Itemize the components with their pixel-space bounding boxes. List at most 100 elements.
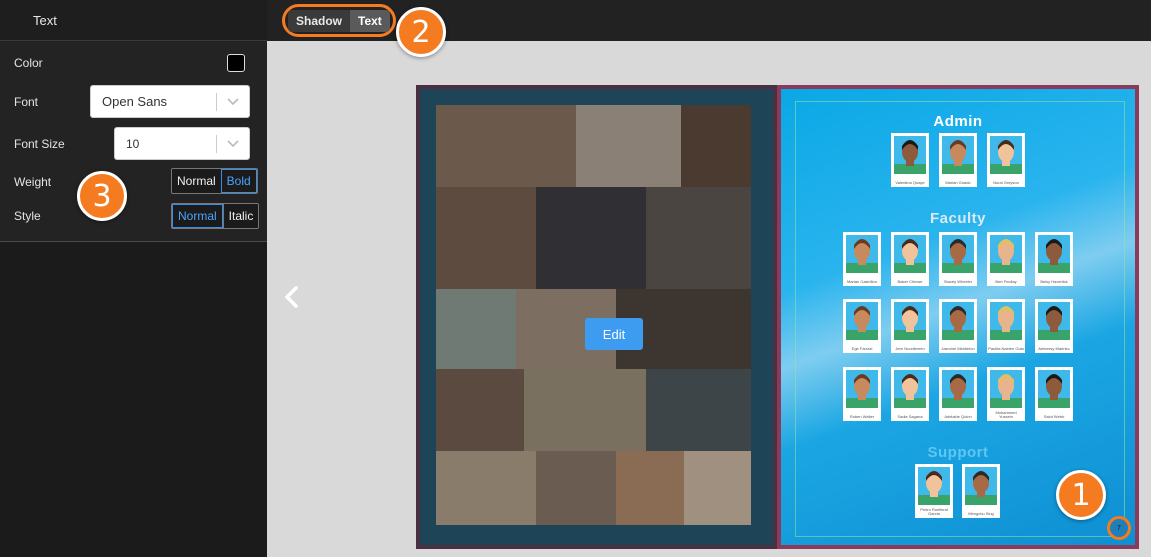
portrait-card[interactable]: Saint Webb (1035, 367, 1073, 421)
weight-bold-option[interactable]: Bold (220, 169, 257, 193)
avatar (1038, 302, 1070, 340)
section-title-faculty[interactable]: Faculty (781, 210, 1135, 227)
font-label: Font (14, 95, 39, 109)
weight-label: Weight (14, 175, 52, 189)
style-normal-option[interactable]: Normal (172, 204, 223, 228)
weight-normal-option[interactable]: Normal (172, 169, 221, 193)
avatar (990, 302, 1022, 340)
portrait-card[interactable]: Paulita Naiden Gola (987, 299, 1025, 353)
avatar (942, 370, 974, 408)
portrait-name: Ege Farrazi (851, 346, 873, 351)
collage-photo (436, 369, 524, 451)
portrait-name: Valentina Quaye (895, 180, 925, 185)
portrait-card[interactable]: Nurai Greyson (987, 133, 1025, 187)
collage-photo (436, 451, 536, 525)
portrait-card[interactable]: Valentina Quaye (891, 133, 929, 187)
avatar (942, 235, 974, 273)
portrait-name: Bert Findlay (995, 279, 1017, 284)
avatar (846, 235, 878, 273)
avatar (918, 467, 950, 505)
font-select[interactable]: Open Sans (90, 85, 250, 118)
avatar (990, 235, 1022, 273)
avatar (894, 302, 926, 340)
collage-photo (576, 105, 681, 187)
page-number[interactable]: 7 (1107, 516, 1131, 540)
font-select-value: Open Sans (102, 94, 168, 109)
avatar (1038, 235, 1070, 273)
shadow-text-tabs: Shadow Text (282, 4, 396, 37)
callout-badge-3: 3 (77, 171, 127, 221)
font-size-value: 10 (126, 136, 140, 151)
portrait-card[interactable]: Aelnessy Marinko (1035, 299, 1073, 353)
color-label: Color (14, 56, 43, 70)
portrait-name: Stacey Wheeler (943, 279, 973, 284)
portrait-name: Jasmine Middleton (941, 346, 975, 351)
collage-photo (646, 187, 751, 289)
portrait-card[interactable]: Mohammed Yussein (987, 367, 1025, 421)
left-page[interactable]: Edit (416, 85, 777, 549)
avatar (894, 235, 926, 273)
section-title-admin[interactable]: Admin (781, 113, 1135, 130)
portrait-name: Jere Noodlemen (895, 346, 925, 351)
portrait-card[interactable]: Marian Gnado (939, 133, 977, 187)
portrait-card[interactable]: Stacey Wheeler (939, 232, 977, 286)
portrait-name: Marian Gnado (945, 180, 971, 185)
avatar (965, 467, 997, 505)
portrait-name: Paulita Naiden Gola (988, 346, 1024, 351)
tab-text[interactable]: Text (350, 9, 390, 32)
chevron-down-icon (217, 97, 249, 106)
portrait-name: Marian Castrillon (846, 279, 877, 284)
style-italic-option[interactable]: Italic (222, 204, 259, 228)
portrait-name: Adelaide Quinn (944, 414, 972, 419)
portrait-card[interactable]: Sadia Sagana (891, 367, 929, 421)
text-properties: Color Font Open Sans Font Size 10 Weight… (0, 41, 267, 242)
portrait-name: Belsy Haverlick (1040, 279, 1068, 284)
portrait-card[interactable]: Belsy Haverlick (1035, 232, 1073, 286)
collage-photo (681, 105, 751, 187)
avatar (846, 370, 878, 408)
color-swatch[interactable] (227, 54, 245, 72)
portrait-name: Ruben Walter (849, 414, 875, 419)
panel-title: Text (33, 12, 57, 28)
portrait-name: Pedro Ruelleral Garcia (920, 507, 948, 516)
collage-photo (616, 451, 684, 525)
avatar (990, 370, 1022, 408)
edit-button[interactable]: Edit (585, 318, 643, 350)
text-settings-panel: Text Color Font Open Sans Font Size 10 W… (0, 0, 267, 557)
portrait-card[interactable]: Mengchu Sing (962, 464, 1000, 518)
avatar (942, 136, 974, 174)
chevron-down-icon (217, 139, 249, 148)
avatar (894, 370, 926, 408)
portrait-card[interactable]: Bert Findlay (987, 232, 1025, 286)
portrait-card[interactable]: Baker Chinwe (891, 232, 929, 286)
portrait-card[interactable]: Ege Farrazi (843, 299, 881, 353)
portrait-card[interactable]: Pedro Ruelleral Garcia (915, 464, 953, 518)
portrait-name: Baker Chinwe (897, 279, 923, 284)
portrait-name: Aelnessy Marinko (1038, 346, 1070, 351)
portrait-name: Mengchu Sing (968, 511, 994, 516)
portrait-card[interactable]: Adelaide Quinn (939, 367, 977, 421)
collage-photo (436, 105, 576, 187)
portrait-name: Nurai Greyson (993, 180, 1019, 185)
photo-collage[interactable]: Edit (436, 105, 751, 525)
style-label: Style (14, 209, 41, 223)
avatar (942, 302, 974, 340)
avatar (846, 302, 878, 340)
collage-photo (536, 451, 616, 525)
weight-toggle: Normal Bold (171, 168, 258, 194)
collage-photo (524, 369, 646, 451)
chevron-left-icon[interactable] (283, 283, 301, 315)
panel-empty-area (0, 243, 267, 557)
avatar (990, 136, 1022, 174)
section-title-support[interactable]: Support (781, 444, 1135, 461)
portrait-name: Saint Webb (1043, 414, 1065, 419)
font-size-select[interactable]: 10 (114, 127, 250, 160)
portrait-card[interactable]: Jere Noodlemen (891, 299, 929, 353)
portrait-card[interactable]: Marian Castrillon (843, 232, 881, 286)
collage-photo (646, 369, 751, 451)
portrait-card[interactable]: Jasmine Middleton (939, 299, 977, 353)
callout-badge-2: 2 (396, 7, 446, 57)
portrait-name: Mohammed Yussein (995, 410, 1017, 419)
portrait-card[interactable]: Ruben Walter (843, 367, 881, 421)
tab-shadow[interactable]: Shadow (288, 9, 351, 32)
